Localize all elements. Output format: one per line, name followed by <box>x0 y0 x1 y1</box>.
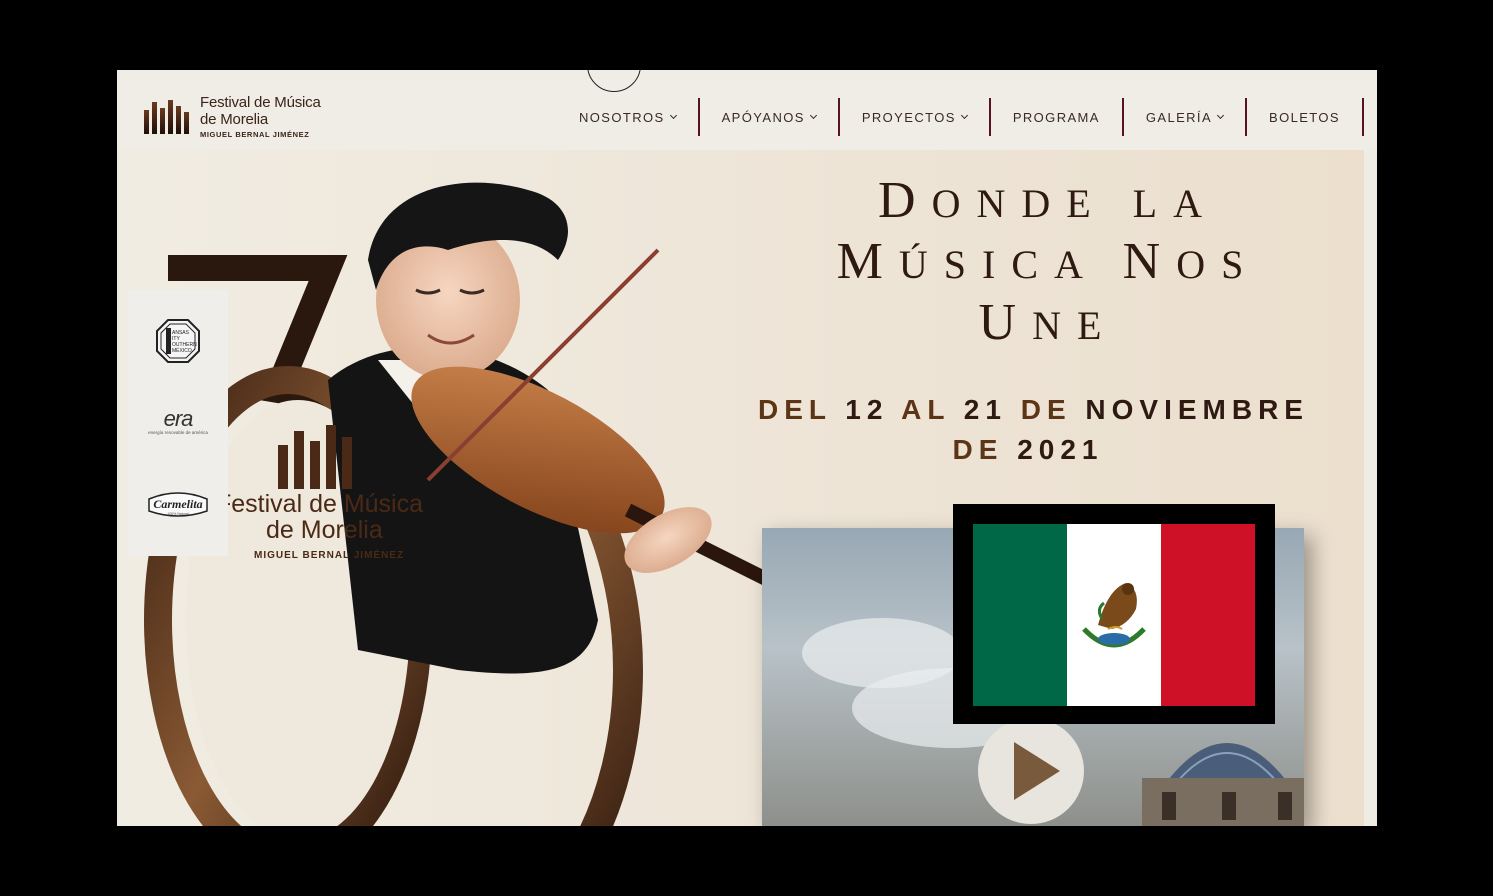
headline-initial: N <box>1122 233 1177 290</box>
logo-title-line2: de Morelia <box>200 111 269 128</box>
nav-item-apoyanos[interactable]: APÓYANOS <box>700 98 840 136</box>
sponsor-logo-kansas-city-southern[interactable]: ANSAS ITY OUTHERN MÉXICO <box>144 318 212 364</box>
browser-page: Festival de Música de Morelia MIGUEL BER… <box>117 70 1377 826</box>
headline-text: ne <box>1032 303 1118 348</box>
art-logo-line1: Festival de Música <box>216 490 423 518</box>
flag-green-stripe <box>973 524 1067 706</box>
date-month: NOVIEMBRE <box>1085 394 1309 425</box>
nav-item-programa[interactable]: PROGRAMA <box>991 98 1124 136</box>
flag-white-stripe <box>1067 524 1161 706</box>
nav-item-label: NOSOTROS <box>579 109 665 125</box>
headline-line-1: Donde la <box>768 172 1328 233</box>
logo-subtitle: MIGUEL BERNAL JIMÉNEZ <box>200 130 310 139</box>
nav-item-label: PROYECTOS <box>861 109 956 125</box>
date-year: 2021 <box>1017 434 1104 465</box>
headline-initial: M <box>836 233 899 290</box>
hero-banner: Festival de Música de Morelia MIGUEL BER… <box>128 150 1364 826</box>
nav-item-nosotros[interactable]: NOSOTROS <box>557 98 700 136</box>
date-text: AL <box>888 394 964 425</box>
carmelita-logo-word: Carmelita <box>153 497 202 511</box>
nav-item-label: APÓYANOS <box>721 109 805 125</box>
nav-item-label: GALERÍA <box>1145 109 1213 125</box>
date-text: DE <box>1006 394 1086 425</box>
nav-item-label: BOLETOS <box>1269 109 1340 125</box>
play-button[interactable] <box>978 718 1084 824</box>
art-logo-line3: MIGUEL BERNAL JIMÉNEZ <box>254 548 404 561</box>
date-text: DEL <box>758 394 846 425</box>
sponsor-logo-carmelita[interactable]: Carmelita 100% Natural <box>144 486 212 522</box>
headline-initial: U <box>978 294 1033 351</box>
date-number: 21 <box>963 394 1007 425</box>
logo-title-line1: Festival de Música <box>200 94 321 111</box>
sponsor-logo-era[interactable]: era energía renovable de américa <box>144 402 212 438</box>
carmelita-logo-tagline: 100% Natural <box>167 512 188 516</box>
play-icon <box>1014 742 1060 800</box>
chevron-down-icon <box>669 111 677 119</box>
hero-headline: Donde la Música Nos Une <box>768 172 1328 355</box>
main-nav: NOSOTROS APÓYANOS PROYECTOS PROGRAMA GAL… <box>557 98 1364 136</box>
festival-dates: DEL 12 AL 21 DE NOVIEMBRE DE 2021 <box>758 390 1303 470</box>
era-logo-tagline: energía renovable de américa <box>148 429 208 435</box>
headline-text: úsica <box>898 242 1123 287</box>
kcs-logo-icon: ANSAS ITY OUTHERN MÉXICO <box>156 319 200 363</box>
date-text: DE <box>952 434 1018 465</box>
carmelita-badge-icon: Carmelita 100% Natural <box>148 492 208 517</box>
headline-text: onde la <box>931 181 1218 226</box>
logo-bars-icon <box>144 100 189 134</box>
era-logo-word: era <box>163 405 194 431</box>
nav-item-proyectos[interactable]: PROYECTOS <box>840 98 991 136</box>
violinist-illustration: Festival de Música de Morelia MIGUEL BER… <box>144 182 812 826</box>
eagle-emblem-icon <box>1082 583 1146 648</box>
scroll-indicator-circle[interactable] <box>587 70 641 92</box>
nav-item-label: PROGRAMA <box>1012 109 1100 125</box>
mexico-flag-icon <box>973 524 1255 706</box>
date-line-1: DEL 12 AL 21 DE NOVIEMBRE <box>758 390 1303 430</box>
date-number: 12 <box>845 394 889 425</box>
headline-line-2: Música Nos <box>768 233 1328 294</box>
date-line-2: DE 2021 <box>758 430 1298 470</box>
site-logo[interactable]: Festival de Música de Morelia MIGUEL BER… <box>143 94 343 142</box>
headline-text: os <box>1176 242 1260 287</box>
chevron-down-icon <box>809 111 817 119</box>
art-logo-line2: de Morelia <box>266 516 383 544</box>
chevron-down-icon <box>1216 111 1225 119</box>
headline-line-3: Une <box>768 294 1328 355</box>
site-header: Festival de Música de Morelia MIGUEL BER… <box>117 70 1377 150</box>
nav-item-galeria[interactable]: GALERÍA <box>1124 98 1248 136</box>
kcs-logo-line: MÉXICO <box>172 347 192 354</box>
sponsor-sidebar: ANSAS ITY OUTHERN MÉXICO era energía ren… <box>128 290 228 556</box>
mexico-flag-frame <box>953 504 1275 724</box>
chevron-down-icon <box>960 111 968 119</box>
nav-item-boletos[interactable]: BOLETOS <box>1247 98 1364 136</box>
flag-red-stripe <box>1161 524 1255 706</box>
headline-initial: D <box>878 172 932 229</box>
